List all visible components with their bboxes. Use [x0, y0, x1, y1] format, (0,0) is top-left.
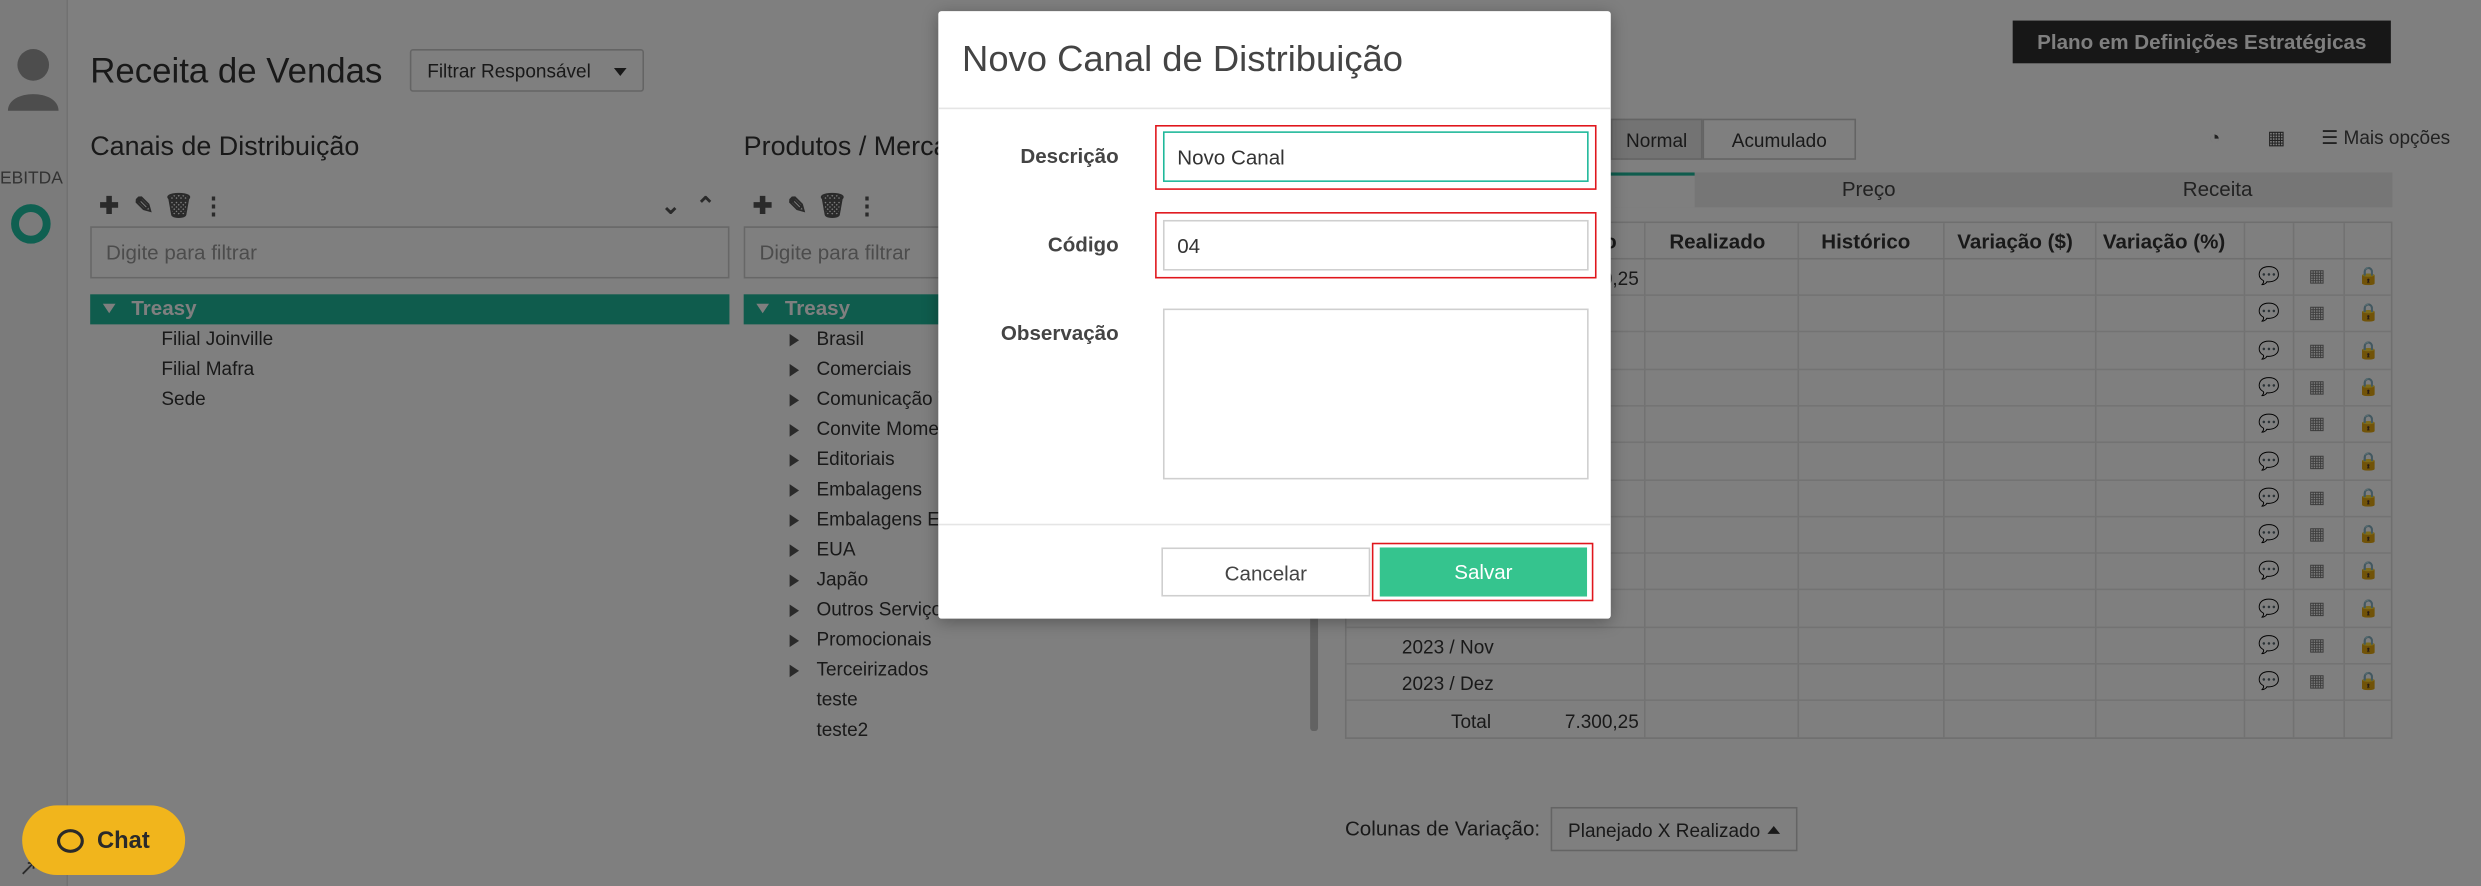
modal-footer-divider [938, 523, 1611, 526]
modal-header-divider [938, 107, 1611, 110]
page: EBITDA ↗ Receita de Vendas Filtrar Respo… [0, 0, 2481, 886]
descricao-label: Descrição [1020, 143, 1119, 168]
observacao-label: Observação [1000, 321, 1119, 345]
observacao-textarea[interactable] [1162, 308, 1589, 480]
modal-title: Novo Canal de Distribuição [962, 37, 1404, 80]
descricao-input[interactable]: Novo Canal [1162, 131, 1589, 182]
chat-label: Chat [97, 826, 150, 854]
codigo-input[interactable]: 04 [1162, 219, 1589, 271]
save-button[interactable]: Salvar [1379, 547, 1588, 597]
novo-canal-modal: Novo Canal de Distribuição Descrição Nov… [938, 11, 1611, 619]
chat-bubble-icon [57, 828, 85, 853]
codigo-label: Código [1047, 232, 1119, 257]
cancel-button[interactable]: Cancelar [1161, 547, 1371, 597]
chat-button[interactable]: Chat [22, 805, 186, 876]
